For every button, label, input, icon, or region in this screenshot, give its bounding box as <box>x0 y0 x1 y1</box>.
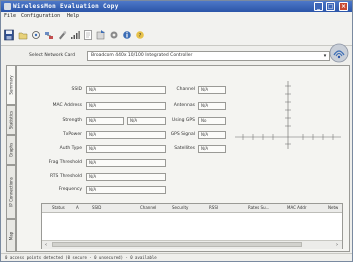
field-mac-row: MAC Address <box>23 101 82 110</box>
col-ssid[interactable]: SSID <box>92 204 101 212</box>
log-icon[interactable] <box>83 26 93 40</box>
col-security[interactable]: Security <box>172 204 188 212</box>
tab-ip-connections-label: IP Connections <box>8 177 14 207</box>
field-rts-value: N/A <box>86 173 166 181</box>
field-channel-label: Channel <box>176 87 195 92</box>
field-channel-row: Channel <box>169 85 195 94</box>
scroll-left-icon[interactable]: ‹ <box>42 241 50 249</box>
tab-map-label: Map <box>8 231 14 240</box>
status-text: 0 access points detected (0 secure - 0 u… <box>5 255 157 260</box>
network-icon[interactable] <box>44 26 54 39</box>
field-auth-value: N/A <box>86 145 166 153</box>
field-frag-row: Frag Threshold <box>23 158 82 167</box>
field-gps-signal-row: GPS Signal <box>169 130 195 139</box>
field-strength-value: N/A <box>86 117 124 125</box>
field-gps-value: No <box>198 117 226 125</box>
field-auth-row: Auth Type <box>23 144 82 153</box>
save-icon[interactable] <box>4 26 14 41</box>
field-rts-row: RTS Threshold <box>23 172 82 181</box>
field-ssid-label: SSID <box>71 87 82 92</box>
tab-ip-connections[interactable]: IP Connections <box>6 165 16 219</box>
field-mac-value: N/A <box>86 102 166 110</box>
field-strength-label: Strength <box>62 118 82 123</box>
field-frag-value: N/A <box>86 159 166 167</box>
field-frequency-label: Frequency <box>58 187 82 192</box>
window-title: WirelessMon Evaluation Copy <box>13 3 119 10</box>
network-card-label: Select Network Card <box>29 53 76 58</box>
application-window: WirelessMon Evaluation Copy _ □ × File C… <box>0 0 353 262</box>
col-a[interactable]: A <box>76 204 79 212</box>
field-rts-label: RTS Threshold <box>49 174 82 179</box>
field-txpower-row: TxPower <box>23 130 82 139</box>
side-tabs: Summary Statistics Graphs IP Connections… <box>6 65 16 252</box>
toolbar: ? <box>1 21 352 63</box>
minimize-button[interactable]: _ <box>314 2 323 11</box>
network-card-select[interactable]: Broadcom 440x 10/100 Integrated Controll… <box>87 51 330 61</box>
network-card-row: Select Network Card Broadcom 440x 10/100… <box>1 48 352 64</box>
field-gps-signal-label: GPS Signal <box>170 132 195 137</box>
field-satellites-label: Satellites <box>174 146 195 151</box>
field-antennas-value: N/A <box>198 102 226 110</box>
field-ssid-row: SSID <box>23 85 82 94</box>
field-gps-label: Using GPS <box>171 118 195 123</box>
menu-bar: File Configuration Help <box>1 12 352 21</box>
col-mac[interactable]: MAC Addr <box>287 204 307 212</box>
access-point-table[interactable]: Status A SSID Channel Security RSSI Rate… <box>41 203 343 249</box>
field-antennas-row: Antennas <box>169 101 195 110</box>
app-icon <box>4 3 11 10</box>
field-strength-extra: N/A <box>127 117 166 125</box>
signal-icon[interactable] <box>70 26 80 39</box>
connect-icon[interactable] <box>31 26 41 39</box>
field-strength-row: Strength <box>23 116 82 125</box>
field-channel-value: N/A <box>198 86 226 94</box>
col-channel[interactable]: Channel <box>140 204 156 212</box>
open-icon[interactable] <box>18 26 28 40</box>
col-rssi[interactable]: RSSI <box>209 204 218 212</box>
tab-statistics[interactable]: Statistics <box>6 105 16 135</box>
field-mac-label: MAC Address <box>52 103 82 108</box>
help-icon[interactable]: ? <box>135 26 145 39</box>
tab-summary[interactable]: Summary <box>6 65 16 105</box>
tools-icon[interactable] <box>57 26 67 40</box>
tab-statistics-label: Statistics <box>8 110 14 130</box>
table-horizontal-scrollbar[interactable]: ‹ › <box>42 240 342 249</box>
maximize-button[interactable]: □ <box>326 2 335 11</box>
settings-icon[interactable] <box>109 26 119 39</box>
field-gps-signal-value: N/A <box>198 131 226 139</box>
menu-configuration[interactable]: Configuration <box>21 12 60 21</box>
tab-summary-label: Summary <box>8 75 14 95</box>
title-bar[interactable]: WirelessMon Evaluation Copy _ □ × <box>1 1 352 12</box>
export-icon[interactable] <box>96 26 106 40</box>
field-ssid-value: N/A <box>86 86 166 94</box>
network-card-value: Broadcom 440x 10/100 Integrated Controll… <box>91 53 193 58</box>
field-txpower-label: TxPower <box>62 132 82 137</box>
satellite-graph-svg <box>235 81 341 149</box>
satellite-graph <box>233 78 343 152</box>
field-txpower-value: N/A <box>86 131 166 139</box>
tab-graphs[interactable]: Graphs <box>6 135 16 165</box>
field-antennas-label: Antennas <box>173 103 195 108</box>
scroll-right-icon[interactable]: › <box>333 241 341 249</box>
table-header: Status A SSID Channel Security RSSI Rate… <box>42 204 342 213</box>
field-satellites-value: N/A <box>198 145 226 153</box>
field-auth-label: Auth Type <box>59 146 82 151</box>
chevron-down-icon[interactable]: ▾ <box>321 52 329 60</box>
field-frequency-value: N/A <box>86 186 166 194</box>
field-frag-label: Frag Threshold <box>48 160 82 165</box>
field-frequency-row: Frequency <box>23 185 82 194</box>
menu-file[interactable]: File <box>4 12 16 21</box>
tab-map[interactable]: Map <box>6 219 16 252</box>
menu-help[interactable]: Help <box>67 12 79 21</box>
tab-graphs-label: Graphs <box>8 142 14 158</box>
field-gps-row: Using GPS <box>169 116 195 125</box>
info-icon[interactable] <box>122 26 132 39</box>
close-button[interactable]: × <box>339 2 348 11</box>
col-rates[interactable]: Rates Su... <box>248 204 269 212</box>
scroll-thumb[interactable] <box>52 242 302 247</box>
svg-text:?: ? <box>139 33 142 39</box>
status-bar: 0 access points detected (0 secure - 0 u… <box>1 253 352 261</box>
col-network[interactable]: Netw <box>328 204 338 212</box>
field-satellites-row: Satellites <box>169 144 195 153</box>
col-status[interactable]: Status <box>52 204 65 212</box>
